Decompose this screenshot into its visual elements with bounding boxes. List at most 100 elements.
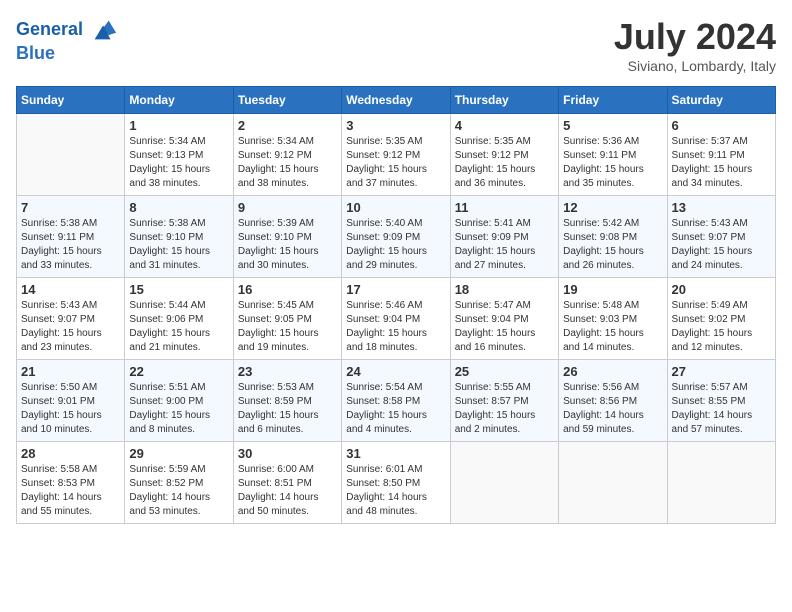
day-info: Sunrise: 5:49 AM Sunset: 9:02 PM Dayligh… (672, 299, 771, 355)
day-cell: 17Sunrise: 5:46 AM Sunset: 9:04 PM Dayli… (342, 278, 450, 360)
day-cell: 28 Sunrise: 5:58 AM Sunset: 8:53 PM Dayli… (17, 442, 125, 524)
week-row-4: 28 Sunrise: 5:58 AM Sunset: 8:53 PM Dayli… (17, 442, 776, 524)
day-cell: 16Sunrise: 5:45 AM Sunset: 9:05 PM Dayli… (233, 278, 341, 360)
day-info: Sunrise: 5:39 AM Sunset: 9:10 PM Dayligh… (238, 217, 337, 273)
header-thursday: Thursday (450, 87, 558, 114)
logo-text: General (16, 16, 118, 44)
day-number: 12 (563, 200, 662, 215)
day-number: 21 (21, 364, 120, 379)
week-row-0: 1Sunrise: 5:34 AM Sunset: 9:13 PM Daylig… (17, 114, 776, 196)
day-cell: 19Sunrise: 5:48 AM Sunset: 9:03 PM Dayli… (559, 278, 667, 360)
day-cell: 8 Sunrise: 5:38 AM Sunset: 9:10 PM Daylig… (125, 196, 233, 278)
day-info: Sunrise: 5:36 AM Sunset: 9:11 PM Dayligh… (563, 135, 662, 191)
day-info: Sunrise: 5:56 AM Sunset: 8:56 PM Dayligh… (563, 381, 662, 437)
day-number: 31 (346, 446, 445, 461)
header-tuesday: Tuesday (233, 87, 341, 114)
day-info: Sunrise: 5:35 AM Sunset: 9:12 PM Dayligh… (455, 135, 554, 191)
logo-blue: Blue (16, 44, 118, 64)
day-info: Sunrise: 5:38 AM Sunset: 9:10 PM Dayligh… (129, 217, 228, 273)
day-cell: 7Sunrise: 5:38 AM Sunset: 9:11 PM Daylig… (17, 196, 125, 278)
week-row-2: 14 Sunrise: 5:43 AM Sunset: 9:07 PM Dayli… (17, 278, 776, 360)
day-cell (450, 442, 558, 524)
day-number: 22 (129, 364, 228, 379)
day-info: Sunrise: 5:42 AM Sunset: 9:08 PM Dayligh… (563, 217, 662, 273)
day-number: 11 (455, 200, 554, 215)
day-number: 10 (346, 200, 445, 215)
day-number: 23 (238, 364, 337, 379)
page-header: General Blue July 2024 Siviano, Lombardy… (16, 16, 776, 74)
day-cell: 2 Sunrise: 5:34 AM Sunset: 9:12 PM Daylig… (233, 114, 341, 196)
day-number: 20 (672, 282, 771, 297)
day-info: Sunrise: 5:47 AM Sunset: 9:04 PM Dayligh… (455, 299, 554, 355)
day-number: 3 (346, 118, 445, 133)
location-subtitle: Siviano, Lombardy, Italy (614, 58, 776, 74)
day-cell: 14 Sunrise: 5:43 AM Sunset: 9:07 PM Dayli… (17, 278, 125, 360)
header-saturday: Saturday (667, 87, 775, 114)
day-cell: 21 Sunrise: 5:50 AM Sunset: 9:01 PM Dayli… (17, 360, 125, 442)
day-info: Sunrise: 5:58 AM Sunset: 8:53 PM Dayligh… (21, 463, 120, 519)
day-info: Sunrise: 5:34 AM Sunset: 9:12 PM Dayligh… (238, 135, 337, 191)
day-cell: 31 Sunrise: 6:01 AM Sunset: 8:50 PM Dayli… (342, 442, 450, 524)
day-number: 1 (129, 118, 228, 133)
day-number: 5 (563, 118, 662, 133)
day-info: Sunrise: 5:59 AM Sunset: 8:52 PM Dayligh… (129, 463, 228, 519)
logo: General Blue (16, 16, 118, 64)
day-cell: 20 Sunrise: 5:49 AM Sunset: 9:02 PM Dayli… (667, 278, 775, 360)
day-number: 16 (238, 282, 337, 297)
day-cell: 26Sunrise: 5:56 AM Sunset: 8:56 PM Dayli… (559, 360, 667, 442)
calendar-body: 1Sunrise: 5:34 AM Sunset: 9:13 PM Daylig… (17, 114, 776, 524)
day-info: Sunrise: 5:43 AM Sunset: 9:07 PM Dayligh… (672, 217, 771, 273)
day-cell (667, 442, 775, 524)
day-info: Sunrise: 5:53 AM Sunset: 8:59 PM Dayligh… (238, 381, 337, 437)
header-wednesday: Wednesday (342, 87, 450, 114)
header-monday: Monday (125, 87, 233, 114)
day-info: Sunrise: 5:51 AM Sunset: 9:00 PM Dayligh… (129, 381, 228, 437)
day-number: 18 (455, 282, 554, 297)
day-cell: 29 Sunrise: 5:59 AM Sunset: 8:52 PM Dayli… (125, 442, 233, 524)
day-cell (559, 442, 667, 524)
day-info: Sunrise: 6:00 AM Sunset: 8:51 PM Dayligh… (238, 463, 337, 519)
day-number: 29 (129, 446, 228, 461)
day-info: Sunrise: 5:48 AM Sunset: 9:03 PM Dayligh… (563, 299, 662, 355)
day-info: Sunrise: 6:01 AM Sunset: 8:50 PM Dayligh… (346, 463, 445, 519)
day-number: 9 (238, 200, 337, 215)
day-info: Sunrise: 5:41 AM Sunset: 9:09 PM Dayligh… (455, 217, 554, 273)
day-info: Sunrise: 5:40 AM Sunset: 9:09 PM Dayligh… (346, 217, 445, 273)
day-number: 8 (129, 200, 228, 215)
day-cell: 18 Sunrise: 5:47 AM Sunset: 9:04 PM Dayli… (450, 278, 558, 360)
day-info: Sunrise: 5:43 AM Sunset: 9:07 PM Dayligh… (21, 299, 120, 355)
logo-icon (90, 16, 118, 44)
day-info: Sunrise: 5:57 AM Sunset: 8:55 PM Dayligh… (672, 381, 771, 437)
header-sunday: Sunday (17, 87, 125, 114)
day-cell: 25Sunrise: 5:55 AM Sunset: 8:57 PM Dayli… (450, 360, 558, 442)
day-cell: 6Sunrise: 5:37 AM Sunset: 9:11 PM Daylig… (667, 114, 775, 196)
day-cell (17, 114, 125, 196)
day-info: Sunrise: 5:55 AM Sunset: 8:57 PM Dayligh… (455, 381, 554, 437)
header-friday: Friday (559, 87, 667, 114)
day-number: 30 (238, 446, 337, 461)
day-number: 27 (672, 364, 771, 379)
week-row-3: 21 Sunrise: 5:50 AM Sunset: 9:01 PM Dayli… (17, 360, 776, 442)
day-number: 28 (21, 446, 120, 461)
day-cell: 4 Sunrise: 5:35 AM Sunset: 9:12 PM Daylig… (450, 114, 558, 196)
day-number: 14 (21, 282, 120, 297)
day-cell: 23 Sunrise: 5:53 AM Sunset: 8:59 PM Dayli… (233, 360, 341, 442)
calendar-header-row: SundayMondayTuesdayWednesdayThursdayFrid… (17, 87, 776, 114)
day-number: 7 (21, 200, 120, 215)
calendar-table: SundayMondayTuesdayWednesdayThursdayFrid… (16, 86, 776, 524)
week-row-1: 7Sunrise: 5:38 AM Sunset: 9:11 PM Daylig… (17, 196, 776, 278)
day-cell: 9 Sunrise: 5:39 AM Sunset: 9:10 PM Daylig… (233, 196, 341, 278)
day-number: 2 (238, 118, 337, 133)
day-cell: 22 Sunrise: 5:51 AM Sunset: 9:00 PM Dayli… (125, 360, 233, 442)
day-info: Sunrise: 5:50 AM Sunset: 9:01 PM Dayligh… (21, 381, 120, 437)
day-info: Sunrise: 5:54 AM Sunset: 8:58 PM Dayligh… (346, 381, 445, 437)
day-number: 24 (346, 364, 445, 379)
day-info: Sunrise: 5:44 AM Sunset: 9:06 PM Dayligh… (129, 299, 228, 355)
day-cell: 10 Sunrise: 5:40 AM Sunset: 9:09 PM Dayli… (342, 196, 450, 278)
day-cell: 15Sunrise: 5:44 AM Sunset: 9:06 PM Dayli… (125, 278, 233, 360)
title-area: July 2024 Siviano, Lombardy, Italy (614, 16, 776, 74)
day-number: 4 (455, 118, 554, 133)
day-number: 13 (672, 200, 771, 215)
day-info: Sunrise: 5:37 AM Sunset: 9:11 PM Dayligh… (672, 135, 771, 191)
day-info: Sunrise: 5:46 AM Sunset: 9:04 PM Dayligh… (346, 299, 445, 355)
